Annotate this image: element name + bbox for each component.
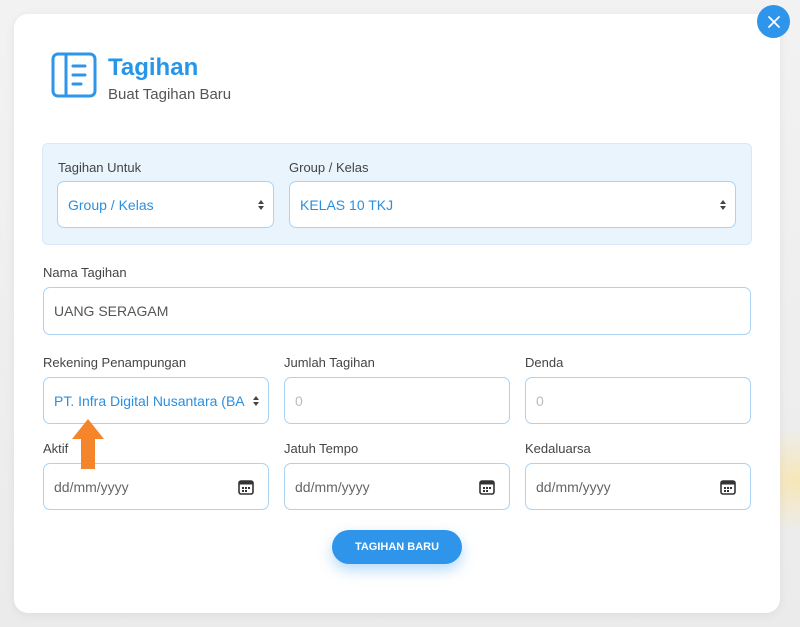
account-label: Rekening Penampungan xyxy=(43,355,187,370)
due-date-input[interactable]: dd/mm/yyyy xyxy=(284,463,510,510)
amount-input[interactable]: 0 xyxy=(284,377,510,424)
target-select[interactable]: Group / Kelas xyxy=(57,181,274,228)
calendar-icon[interactable] xyxy=(237,478,255,496)
close-icon xyxy=(767,15,780,28)
target-label: Tagihan Untuk xyxy=(58,160,142,175)
expiry-date-value: dd/mm/yyyy xyxy=(536,478,611,495)
expiry-date-input[interactable]: dd/mm/yyyy xyxy=(525,463,751,510)
active-date-value: dd/mm/yyyy xyxy=(54,478,129,495)
select-caret-icon xyxy=(258,200,264,210)
page-title: Tagihan xyxy=(108,54,199,81)
expiry-date-label: Kedaluarsa xyxy=(525,441,591,456)
fine-label: Denda xyxy=(525,355,564,370)
bill-name-value: UANG SERAGAM xyxy=(54,303,169,319)
account-select[interactable]: PT. Infra Digital Nusantara (BA xyxy=(43,377,269,424)
fine-input[interactable]: 0 xyxy=(525,377,751,424)
amount-placeholder: 0 xyxy=(295,392,303,409)
select-caret-icon xyxy=(253,396,259,406)
book-icon xyxy=(51,52,97,98)
select-caret-icon xyxy=(720,200,726,210)
fine-placeholder: 0 xyxy=(536,392,544,409)
page-subtitle: Buat Tagihan Baru xyxy=(108,86,232,103)
group-label: Group / Kelas xyxy=(289,160,369,175)
active-date-label: Aktif xyxy=(43,441,69,456)
due-date-value: dd/mm/yyyy xyxy=(295,478,370,495)
target-select-value: Group / Kelas xyxy=(68,196,154,213)
due-date-label: Jatuh Tempo xyxy=(284,441,359,456)
create-bill-button[interactable]: TAGIHAN BARU xyxy=(332,530,462,564)
active-date-input[interactable]: dd/mm/yyyy xyxy=(43,463,269,510)
account-select-value: PT. Infra Digital Nusantara (BA xyxy=(54,392,245,409)
calendar-icon[interactable] xyxy=(478,478,496,496)
highlight-arrow-icon xyxy=(72,419,104,469)
group-select[interactable]: KELAS 10 TKJ xyxy=(289,181,736,228)
close-button[interactable] xyxy=(757,5,790,38)
calendar-icon[interactable] xyxy=(719,478,737,496)
amount-label: Jumlah Tagihan xyxy=(284,355,375,370)
group-select-value: KELAS 10 TKJ xyxy=(300,196,394,213)
bill-name-label: Nama Tagihan xyxy=(43,265,127,280)
bill-name-input[interactable]: UANG SERAGAM xyxy=(43,287,751,335)
